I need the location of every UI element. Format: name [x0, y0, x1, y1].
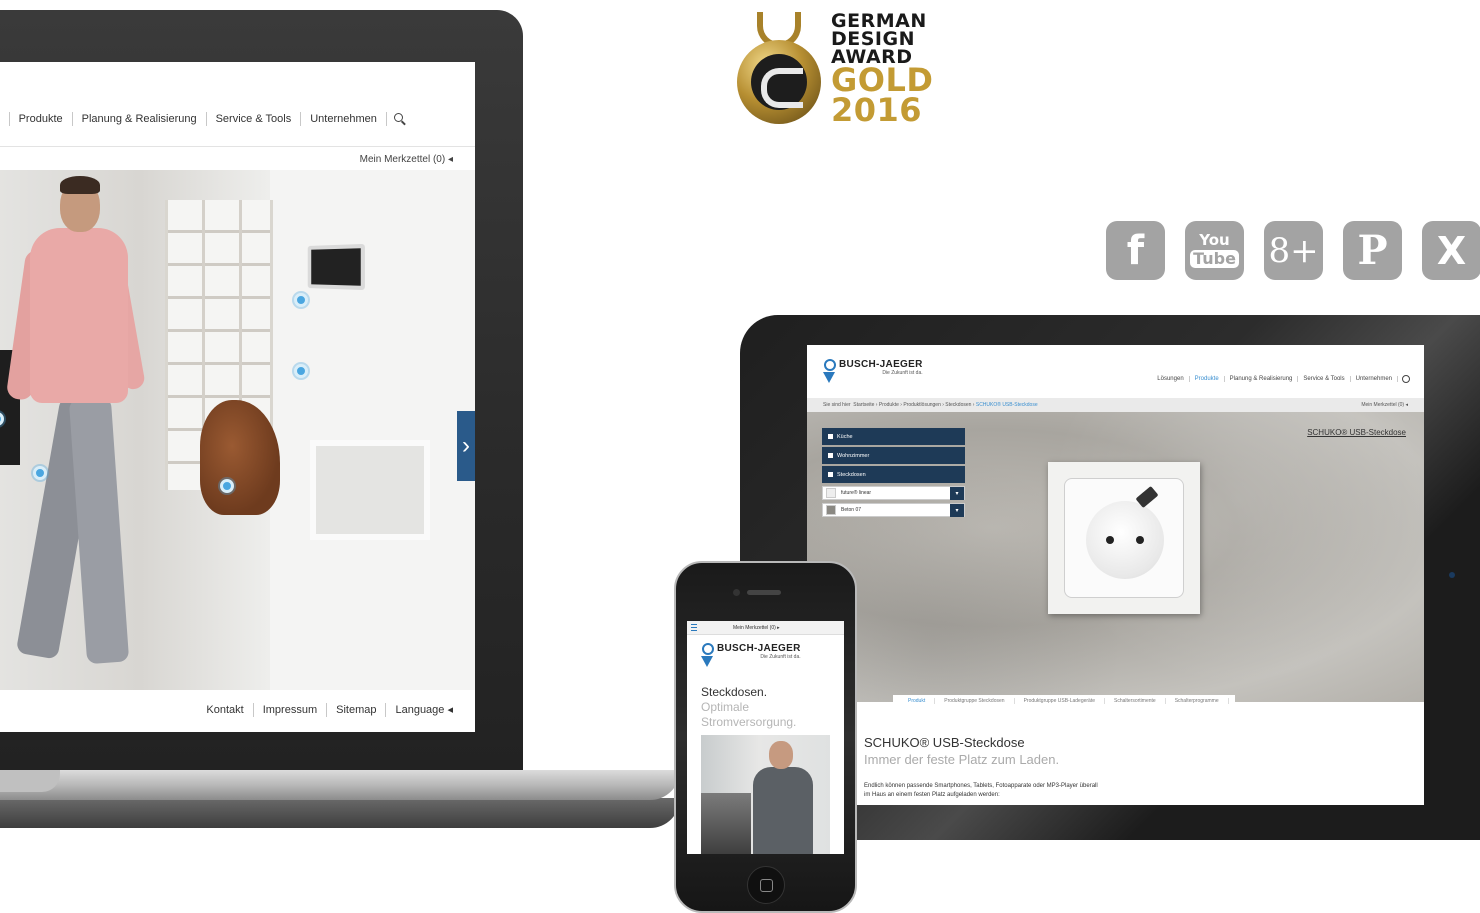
- room-icon: [828, 453, 833, 458]
- hotspot-marker[interactable]: [294, 293, 308, 307]
- product-subtitle: Immer der feste Platz zum Laden.: [864, 752, 1060, 767]
- merkzettel-link[interactable]: Mein Merkzettel (0) ◂: [360, 154, 453, 165]
- youtube-icon[interactable]: You Tube: [1185, 221, 1244, 280]
- xing-icon[interactable]: X: [1422, 221, 1480, 280]
- busch-jaeger-logo[interactable]: BUSCH-JAEGER Die Zukunft ist da.: [823, 359, 923, 385]
- product-filter-menu: Küche Wohnzimmer Steckdosen future® line…: [822, 428, 965, 517]
- award-medal-icon: [737, 40, 821, 124]
- hero-touch-panel: [307, 243, 365, 291]
- laptop-notch: [0, 770, 60, 792]
- product-title: SCHUKO® USB-Steckdose: [864, 735, 1025, 750]
- phone-headline: Steckdosen. Optimale Stromversorgung.: [701, 685, 797, 729]
- nav-item-loesungen[interactable]: ungen: [0, 112, 10, 126]
- social-links: f You Tube 8+ P X: [1106, 221, 1480, 280]
- phone-camera: [733, 589, 740, 596]
- chevron-down-icon[interactable]: ▾: [950, 486, 964, 500]
- phone-topbar: Mein Merkzettel (0) ▸: [687, 621, 844, 635]
- hotspot-marker[interactable]: [220, 479, 234, 493]
- breadcrumb: Sie sind hier Startseite › Produkte › Pr…: [807, 398, 1424, 412]
- tablet-camera: [1449, 572, 1455, 578]
- search-icon[interactable]: [1402, 375, 1410, 383]
- phone-screen: Mein Merkzettel (0) ▸ BUSCH-JAEGER Die Z…: [687, 621, 844, 854]
- hotspot-marker[interactable]: [294, 364, 308, 378]
- laptop-main-nav: ungen Produkte Planung & Realisierung Se…: [0, 106, 475, 132]
- laptop-footer: Kontakt Impressum Sitemap Language ◂: [0, 700, 475, 720]
- footer-link-language[interactable]: Language ◂: [386, 703, 453, 717]
- footer-link-sitemap[interactable]: Sitemap: [327, 703, 387, 717]
- nav-item-unternehmen[interactable]: Unternehmen: [301, 112, 387, 126]
- tablet-main-nav: Lösungen Produkte Planung & Realisierung…: [1152, 375, 1410, 383]
- busch-jaeger-mark-icon: [823, 359, 836, 385]
- tab-schaltersortimente[interactable]: Schaltersortimente: [1105, 698, 1166, 704]
- nav-item-loesungen[interactable]: Lösungen: [1152, 376, 1190, 382]
- menu-item-steckdosen[interactable]: Steckdosen: [822, 466, 965, 483]
- breadcrumb-current: SCHUKO® USB-Steckdose: [975, 402, 1038, 408]
- menu-item-kueche[interactable]: Küche: [822, 428, 965, 445]
- hotspot-marker[interactable]: [33, 466, 47, 480]
- breadcrumb-path[interactable]: Startseite › Produkte › Produktlösungen …: [853, 402, 974, 408]
- chevron-down-icon[interactable]: ▾: [950, 503, 964, 517]
- facebook-icon[interactable]: f: [1106, 221, 1165, 280]
- color-swatch: [826, 505, 836, 515]
- nav-item-unternehmen[interactable]: Unternehmen: [1351, 376, 1398, 382]
- phone-earpiece: [747, 590, 781, 595]
- footer-link-impressum[interactable]: Impressum: [254, 703, 328, 717]
- tablet-screen: BUSCH-JAEGER Die Zukunft ist da. Lösunge…: [807, 345, 1424, 805]
- nav-item-produkte[interactable]: Produkte: [1190, 376, 1225, 382]
- german-design-award-logo: GERMAN DESIGN AWARD GOLD 2016: [735, 10, 935, 132]
- merkzettel-link[interactable]: Mein Merkzettel (0) ◂: [1361, 402, 1424, 408]
- pinterest-icon[interactable]: P: [1343, 221, 1402, 280]
- merkzettel-link[interactable]: Mein Merkzettel (0) ▸: [733, 625, 780, 631]
- nav-item-planung[interactable]: Planung & Realisierung: [73, 112, 207, 126]
- design-select[interactable]: future® linear ▾: [822, 486, 965, 500]
- menu-item-wohnzimmer[interactable]: Wohnzimmer: [822, 447, 965, 464]
- nav-item-produkte[interactable]: Produkte: [10, 112, 73, 126]
- hero-product-title: SCHUKO® USB-Steckdose: [1307, 428, 1406, 437]
- laptop-base: [0, 770, 680, 800]
- home-button[interactable]: [747, 866, 785, 904]
- laptop-base-edge: [0, 798, 680, 828]
- award-text: GERMAN DESIGN AWARD GOLD 2016: [831, 10, 934, 129]
- room-icon: [828, 434, 833, 439]
- hamburger-menu-icon[interactable]: [687, 621, 701, 635]
- nav-item-service[interactable]: Service & Tools: [1298, 376, 1351, 382]
- product-hero: SCHUKO® USB-Steckdose Küche Wohnzimmer S…: [807, 412, 1424, 702]
- nav-item-service[interactable]: Service & Tools: [207, 112, 302, 126]
- hero-wall: [270, 170, 475, 690]
- phone-hero-image: [701, 735, 830, 854]
- tab-schalterprogramme[interactable]: Schalterprogramme: [1166, 698, 1229, 704]
- color-select[interactable]: Beton 07 ▾: [822, 503, 965, 517]
- search-icon[interactable]: [393, 112, 407, 126]
- hero-image: › | ↻: [0, 170, 475, 690]
- tab-produktgruppe-usb[interactable]: Produktgruppe USB-Ladegeräte: [1015, 698, 1105, 704]
- laptop-screen: ungen Produkte Planung & Realisierung Se…: [0, 62, 475, 732]
- google-plus-icon[interactable]: 8+: [1264, 221, 1323, 280]
- busch-jaeger-logo[interactable]: BUSCH-JAEGER Die Zukunft ist da.: [701, 643, 801, 669]
- tab-produktgruppe-steckdosen[interactable]: Produktgruppe Steckdosen: [935, 698, 1015, 704]
- hero-fireplace: [310, 440, 430, 540]
- divider: [0, 146, 475, 147]
- nav-item-planung[interactable]: Planung & Realisierung: [1225, 376, 1299, 382]
- socket-icon: [828, 472, 833, 477]
- tab-produkt[interactable]: Produkt: [899, 698, 936, 704]
- hero-person: [5, 176, 146, 690]
- footer-link-kontakt[interactable]: Kontakt: [197, 703, 254, 717]
- color-swatch: [826, 488, 836, 498]
- usb-socket-product-image: [1048, 462, 1200, 614]
- product-tabs: Produkt Produktgruppe Steckdosen Produkt…: [893, 695, 1235, 707]
- busch-jaeger-mark-icon: [701, 643, 714, 669]
- product-description: Endlich können passende Smartphones, Tab…: [864, 783, 1098, 798]
- chevron-right-icon[interactable]: ›: [457, 411, 475, 481]
